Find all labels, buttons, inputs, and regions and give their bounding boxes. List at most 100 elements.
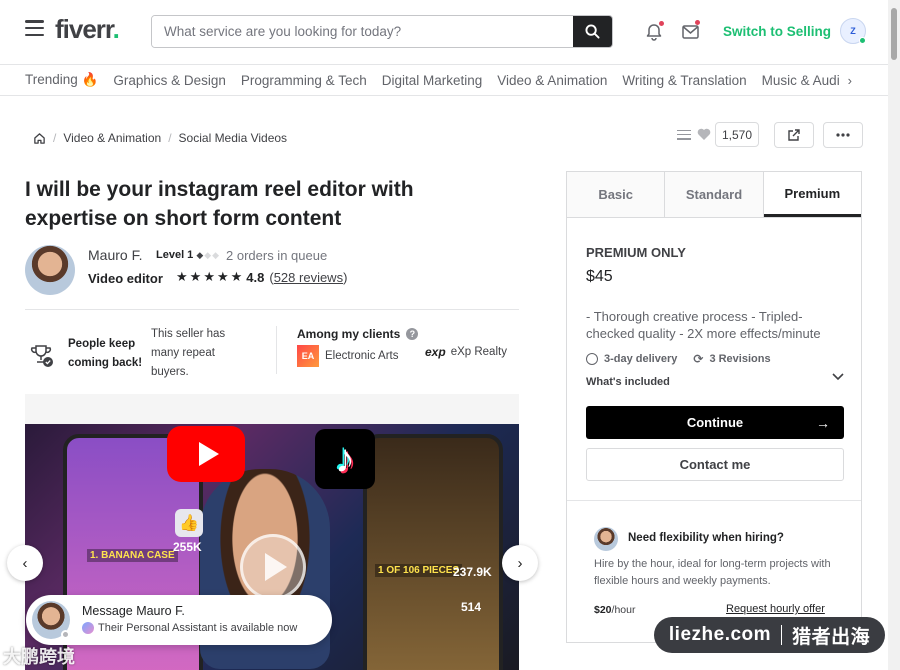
likes-count: 1,570 <box>715 122 759 147</box>
menu-icon[interactable] <box>25 20 44 36</box>
gallery-next-button[interactable]: › <box>502 545 538 581</box>
gallery-caption: 1. BANANA CASE <box>87 549 178 562</box>
status-dot <box>61 630 70 639</box>
contact-me-button[interactable]: Contact me <box>586 448 844 481</box>
home-icon[interactable] <box>33 132 46 145</box>
collections-icon[interactable] <box>677 129 691 140</box>
seller-avatar[interactable] <box>25 245 75 295</box>
seller-level: Level 1 ◆◆◆ <box>156 249 221 261</box>
hourly-rate: $20/hour <box>594 604 636 616</box>
watermark-left: 大鹏跨境 <box>3 647 75 667</box>
reviews-link[interactable]: (528 reviews) <box>269 270 347 285</box>
category-writing-translation[interactable]: Writing & Translation <box>622 73 746 88</box>
level-diamonds-icon: ◆◆◆ <box>196 249 221 260</box>
share-button[interactable] <box>774 122 814 148</box>
vertical-divider <box>276 326 277 374</box>
star-icon: ★ <box>230 269 243 284</box>
notification-badge <box>659 21 664 26</box>
chevron-right-icon: › <box>517 554 523 572</box>
category-video-animation[interactable]: Video & Animation <box>497 73 607 88</box>
gallery-phone-right <box>363 434 503 670</box>
seller-rating: ★ ★ ★ ★ ★ 4.8 (528 reviews) <box>176 269 347 285</box>
help-icon[interactable]: ? <box>406 328 419 340</box>
gallery-count: 255K <box>173 540 202 554</box>
category-trending[interactable]: Trending 🔥 <box>25 72 98 88</box>
star-icon: ★ <box>176 269 188 284</box>
gig-title: I will be your instagram reel editor wit… <box>25 178 414 230</box>
category-programming-tech[interactable]: Programming & Tech <box>241 73 367 88</box>
fiverr-logo[interactable]: fiverr. <box>55 14 120 45</box>
messages-button[interactable] <box>680 20 700 42</box>
page-scrollbar[interactable] <box>888 0 900 670</box>
assistant-icon <box>82 622 94 634</box>
tiktok-logo-icon: ♪ <box>315 429 375 489</box>
notification-button[interactable] <box>644 21 664 42</box>
star-icon: ★ <box>189 269 202 284</box>
heart-icon[interactable] <box>697 128 711 141</box>
clients-title: Among my clients? <box>297 327 419 341</box>
continue-button[interactable]: Continue → <box>586 406 844 439</box>
category-digital-marketing[interactable]: Digital Marketing <box>382 73 483 88</box>
gallery-count: 237.9K <box>453 565 492 579</box>
more-options-button[interactable] <box>823 122 863 148</box>
search-icon <box>585 24 600 39</box>
category-nav: Trending 🔥 Graphics & Design Programming… <box>0 64 888 96</box>
repeat-buyers-label: People keep coming back! <box>68 338 143 369</box>
share-icon <box>788 129 800 141</box>
tab-basic[interactable]: Basic <box>567 172 666 217</box>
tab-premium[interactable]: Premium <box>763 172 861 217</box>
gallery-prev-button[interactable]: ‹ <box>7 545 43 581</box>
package-name: PREMIUM ONLY <box>586 245 686 260</box>
repeat-buyers-text: This seller has many repeat buyers. <box>151 328 226 378</box>
clock-icon <box>586 353 598 365</box>
message-seller-button[interactable]: Message Mauro F. Their Personal Assistan… <box>26 595 332 645</box>
gallery-count: 514 <box>461 600 482 614</box>
user-avatar[interactable]: Z <box>840 18 866 44</box>
breadcrumb-social-media-videos[interactable]: Social Media Videos <box>179 131 288 145</box>
arrow-right-icon: → <box>816 414 830 431</box>
category-graphics-design[interactable]: Graphics & Design <box>113 73 226 88</box>
thumbs-up-icon: 👍 <box>175 509 203 537</box>
trophy-icon <box>30 345 53 367</box>
ea-logo-icon: EA <box>297 345 319 367</box>
package-card: Basic Standard Premium PREMIUM ONLY $45 … <box>566 171 862 643</box>
more-dots-icon <box>836 133 850 137</box>
divider <box>25 309 519 310</box>
chevron-left-icon: ‹ <box>22 554 28 572</box>
seller-avatar-small <box>594 527 618 551</box>
package-price: $45 <box>586 268 613 285</box>
video-play-button[interactable] <box>240 534 306 600</box>
whats-included-toggle[interactable]: What's included <box>586 376 670 388</box>
client-exp-realty: exp eXp Realty <box>425 345 507 359</box>
request-hourly-offer-link[interactable]: Request hourly offer <box>726 603 825 615</box>
breadcrumb-video-animation[interactable]: Video & Animation <box>63 131 161 145</box>
watermark-badge: liezhe.com 猎者出海 <box>654 617 885 653</box>
client-electronic-arts: EA Electronic Arts <box>297 345 399 367</box>
search-input[interactable] <box>152 16 573 47</box>
category-scroll-right-icon[interactable]: › <box>845 73 852 88</box>
search-button[interactable] <box>573 16 612 47</box>
scrollbar-thumb[interactable] <box>891 8 897 60</box>
category-music-audio[interactable]: Music & Audi <box>762 73 840 88</box>
seller-role: Video editor <box>88 271 163 286</box>
hourly-title: Need flexibility when hiring? <box>628 532 784 544</box>
exp-logo-icon: exp <box>425 345 446 359</box>
star-icon: ★ <box>203 269 215 284</box>
message-badge <box>695 20 700 25</box>
switch-to-selling-link[interactable]: Switch to Selling <box>723 24 831 39</box>
package-meta: 3-day delivery ⟳ 3 Revisions <box>586 352 771 366</box>
seller-name[interactable]: Mauro F. <box>88 247 142 263</box>
refresh-icon: ⟳ <box>693 352 704 366</box>
message-subtitle: Their Personal Assistant is available no… <box>82 622 297 634</box>
breadcrumb-separator: / <box>53 131 57 145</box>
star-icon: ★ <box>216 269 229 284</box>
envelope-icon <box>681 25 699 39</box>
search-bar <box>151 15 613 48</box>
tab-standard[interactable]: Standard <box>665 172 764 217</box>
divider <box>567 500 861 501</box>
breadcrumb-separator: / <box>168 131 172 145</box>
chevron-down-icon[interactable] <box>832 373 844 381</box>
gallery-header <box>25 394 519 424</box>
package-description: - Thorough creative process - Tripled-ch… <box>586 309 821 341</box>
orders-in-queue: 2 orders in queue <box>226 248 328 263</box>
